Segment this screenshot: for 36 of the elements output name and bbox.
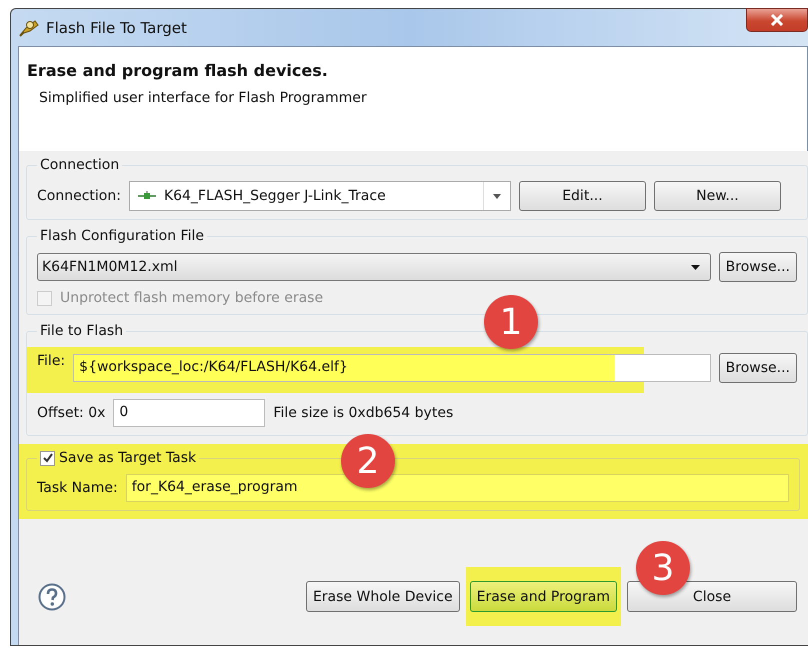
page-description: Simplified user interface for Flash Programmer — [39, 90, 368, 106]
config-dropdown[interactable]: K64FN1M0M12.xml — [37, 253, 711, 281]
checkbox[interactable] — [40, 450, 55, 466]
browse-button[interactable]: Browse... — [718, 353, 797, 383]
file-size-text: File size is 0xdb654 bytes — [273, 405, 454, 421]
help-icon[interactable] — [38, 582, 66, 610]
browse-button[interactable]: Browse... — [718, 252, 797, 282]
caret-icon — [690, 264, 700, 270]
field-label: File: — [37, 353, 66, 369]
field-label: Offset: 0x — [37, 405, 106, 421]
group-title: Flash Configuration File — [39, 228, 205, 244]
checkbox-label: Unprotect flash memory before erase — [60, 290, 324, 306]
close-icon — [770, 14, 784, 26]
step-number-badge: 1 — [484, 295, 538, 349]
file-path-field[interactable]: ${workspace_loc:/K64/FLASH/K64.elf} — [73, 354, 711, 382]
close-button[interactable] — [746, 8, 808, 32]
connector-icon — [138, 191, 156, 201]
step-number-badge: 3 — [636, 541, 690, 595]
step-number-badge: 2 — [341, 434, 395, 488]
page-heading: Erase and program flash devices. — [27, 61, 329, 80]
chip-icon — [18, 18, 40, 38]
field-label: Task Name: — [37, 480, 118, 496]
field-label: Connection: — [37, 188, 121, 204]
caret-icon — [492, 194, 501, 198]
group-title: Connection — [39, 157, 120, 173]
connection-dropdown[interactable]: K64_FLASH_Segger J-Link_Trace — [128, 181, 511, 211]
dialog-button[interactable]: Close — [627, 581, 797, 612]
checkbox-label: Save as Target Task — [59, 450, 196, 466]
task-name-field[interactable]: for_K64_erase_program — [126, 474, 789, 502]
dialog-button[interactable]: New... — [654, 181, 781, 211]
dialog-button[interactable]: Edit... — [518, 181, 646, 211]
dialog-button[interactable]: Erase and Program — [470, 581, 617, 612]
dialog-button[interactable]: Erase Whole Device — [306, 581, 460, 612]
window-title: Flash File To Target — [46, 18, 187, 36]
group-title: File to Flash — [39, 323, 124, 339]
offset-field[interactable]: 0 — [113, 399, 266, 427]
